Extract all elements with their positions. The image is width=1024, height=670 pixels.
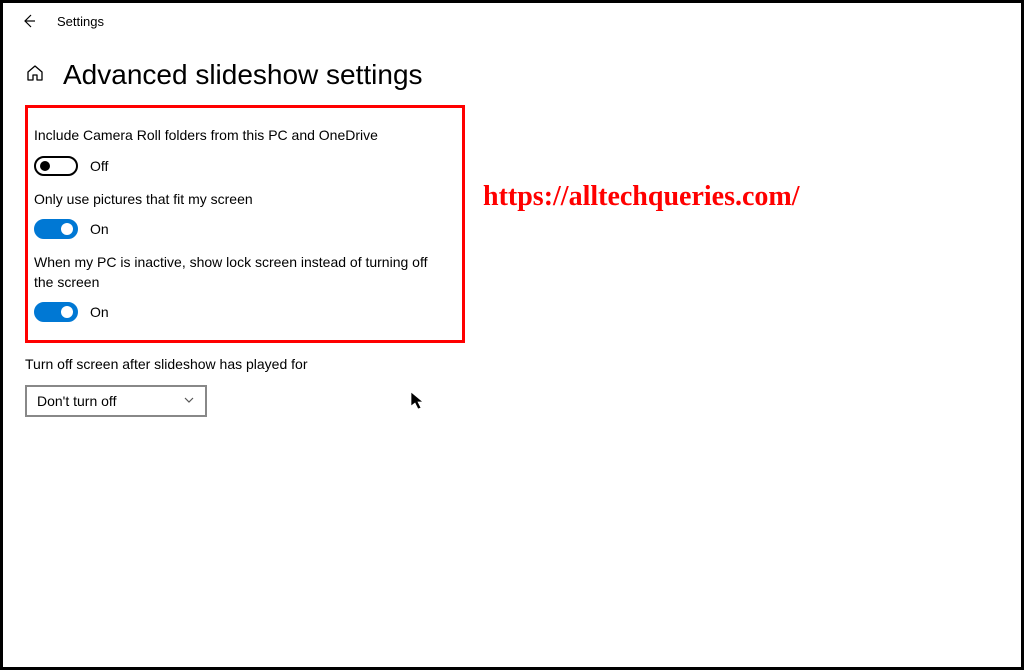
- highlighted-settings-box: Include Camera Roll folders from this PC…: [25, 105, 465, 343]
- toggle-knob: [61, 306, 73, 318]
- dropdown-selected-value: Don't turn off: [37, 393, 116, 409]
- setting-camera-roll: Include Camera Roll folders from this PC…: [34, 126, 448, 176]
- toggle-lock-screen[interactable]: [34, 302, 78, 322]
- header-title: Settings: [57, 14, 104, 29]
- setting-label: Only use pictures that fit my screen: [34, 190, 448, 210]
- toggle-state-label: On: [90, 304, 109, 320]
- setting-label: Turn off screen after slideshow has play…: [25, 355, 999, 375]
- toggle-fit-screen[interactable]: [34, 219, 78, 239]
- home-icon[interactable]: [25, 63, 45, 88]
- back-arrow-icon[interactable]: [21, 13, 37, 29]
- page-title: Advanced slideshow settings: [63, 59, 423, 91]
- page-title-row: Advanced slideshow settings: [3, 35, 1021, 105]
- setting-fit-screen: Only use pictures that fit my screen On: [34, 190, 448, 240]
- toggle-state-label: On: [90, 221, 109, 237]
- toggle-knob: [61, 223, 73, 235]
- header-bar: Settings: [3, 3, 1021, 35]
- toggle-camera-roll[interactable]: [34, 156, 78, 176]
- turn-off-dropdown[interactable]: Don't turn off: [25, 385, 207, 417]
- watermark-text: https://alltechqueries.com/: [483, 181, 800, 213]
- setting-lock-screen: When my PC is inactive, show lock screen…: [34, 253, 448, 322]
- toggle-state-label: Off: [90, 158, 108, 174]
- toggle-knob: [40, 161, 50, 171]
- chevron-down-icon: [183, 393, 195, 409]
- setting-turn-off: Turn off screen after slideshow has play…: [25, 355, 999, 417]
- setting-label: Include Camera Roll folders from this PC…: [34, 126, 448, 146]
- setting-label: When my PC is inactive, show lock screen…: [34, 253, 448, 292]
